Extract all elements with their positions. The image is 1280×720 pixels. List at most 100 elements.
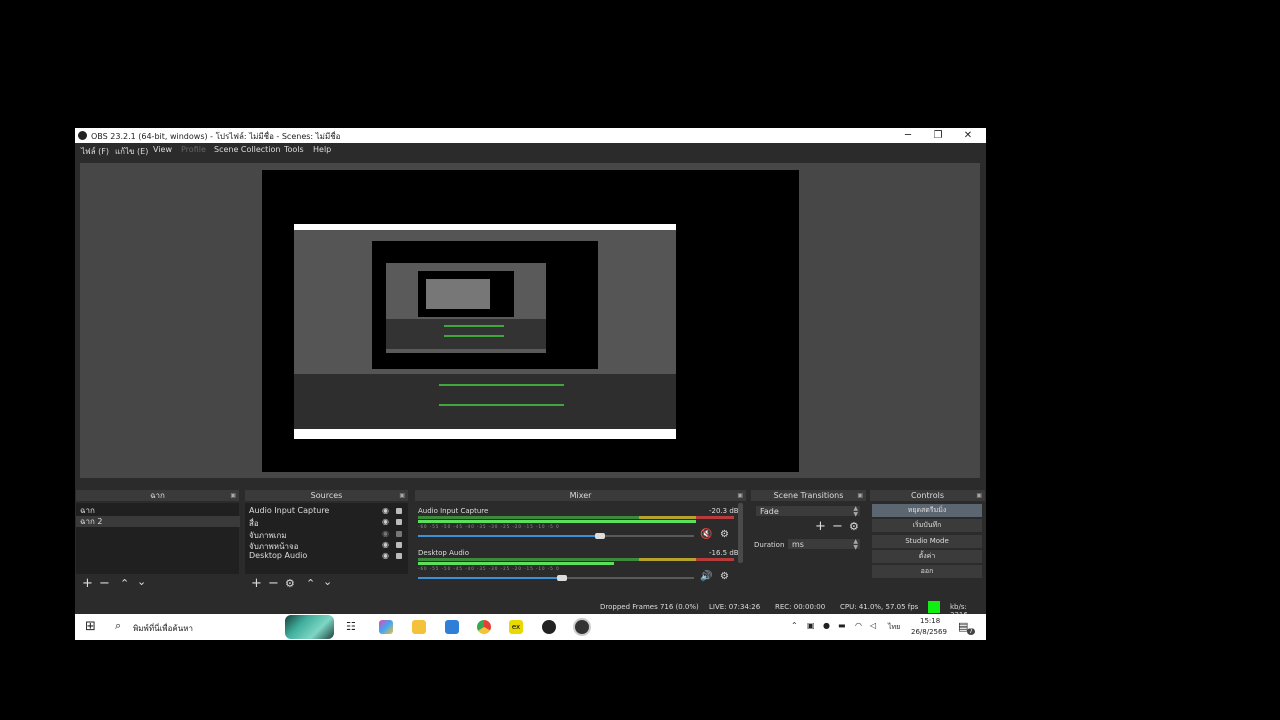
visibility-eye-icon[interactable]: ◉	[382, 506, 389, 515]
lock-icon[interactable]	[396, 542, 402, 548]
volume-slider-knob[interactable]	[595, 533, 605, 539]
mixer-scrollbar[interactable]	[738, 503, 743, 563]
preview-area[interactable]	[80, 163, 980, 478]
volume-meter-level	[418, 520, 696, 523]
widgets-image[interactable]	[285, 615, 334, 639]
close-button[interactable]: ✕	[953, 128, 983, 143]
mixer-channel-db: -20.3 dB	[709, 507, 739, 515]
settings-button[interactable]: ตั้งค่า	[872, 550, 982, 563]
taskbar-date[interactable]: 26/8/2569	[911, 628, 947, 636]
muted-speaker-icon[interactable]: 🔇	[700, 529, 712, 540]
source-properties-gear-icon[interactable]: ⚙	[285, 577, 295, 590]
scene-down-button[interactable]: ⌄	[137, 575, 146, 588]
dock-float-icon[interactable]: ▣	[976, 490, 982, 501]
visibility-eye-icon[interactable]: ◉	[382, 529, 389, 538]
windows-start-icon[interactable]: ⊞	[85, 619, 96, 634]
visibility-eye-icon[interactable]: ◉	[382, 517, 389, 526]
meter-ticks: -60 -55 -50 -45 -40 -35 -30 -25 -20 -15 …	[418, 566, 560, 571]
media-player-icon[interactable]	[575, 620, 589, 634]
visibility-eye-icon[interactable]: ◉	[382, 551, 389, 560]
source-item[interactable]: Desktop Audio	[249, 551, 307, 560]
menu-bar: ไฟล์ (F) แก้ไข (E) View Profile Scene Co…	[75, 143, 986, 157]
remove-transition-button[interactable]: −	[832, 520, 843, 533]
lock-icon[interactable]	[396, 519, 402, 525]
mixer-gear-icon[interactable]: ⚙	[720, 529, 729, 540]
menu-scene-collection[interactable]: Scene Collection	[214, 145, 281, 154]
obs-taskbar-icon[interactable]	[542, 620, 556, 634]
preview-canvas[interactable]	[262, 170, 799, 472]
mixer-channel-name: Desktop Audio	[418, 549, 469, 557]
chrome-icon[interactable]	[477, 620, 491, 634]
dock-float-icon[interactable]: ▣	[230, 490, 236, 501]
excel-icon[interactable]: ex	[509, 620, 523, 634]
source-item[interactable]: Audio Input Capture	[249, 506, 329, 515]
volume-meter	[418, 516, 734, 519]
add-transition-button[interactable]: +	[815, 520, 826, 533]
search-icon[interactable]: ⌕	[115, 619, 121, 633]
tray-device-icon[interactable]: ▣	[807, 621, 815, 630]
source-down-button[interactable]: ⌄	[323, 575, 332, 588]
copilot-icon[interactable]	[379, 620, 393, 634]
tray-camera-icon[interactable]: ▬	[838, 621, 846, 630]
dock-float-icon[interactable]: ▣	[399, 490, 405, 501]
tray-volume-icon[interactable]: ◁	[870, 621, 876, 630]
tray-mic-icon[interactable]: ●	[823, 621, 830, 630]
studio-mode-button[interactable]: Studio Mode	[872, 535, 982, 548]
nested-preview	[294, 224, 676, 439]
dock-float-icon[interactable]: ▣	[737, 490, 743, 501]
source-up-button[interactable]: ⌃	[306, 577, 315, 590]
volume-slider-knob[interactable]	[557, 575, 567, 581]
tray-wifi-icon[interactable]: ◠	[855, 621, 862, 630]
maximize-button[interactable]: ❐	[923, 128, 953, 143]
dock-float-icon[interactable]: ▣	[857, 490, 863, 501]
stream-health-indicator	[928, 601, 940, 613]
scene-item[interactable]: ฉาก	[76, 505, 240, 516]
nested-meter-a	[439, 384, 564, 386]
nested-meter-2b	[444, 335, 504, 337]
scene-up-button[interactable]: ⌃	[120, 577, 129, 590]
remove-scene-button[interactable]: −	[99, 577, 110, 590]
transitions-dock-title: Scene Transitions	[773, 491, 844, 500]
duration-input[interactable]: ms ▲ ▼	[787, 538, 861, 551]
start-recording-button[interactable]: เริ่มบันทึก	[872, 519, 982, 532]
remove-source-button[interactable]: −	[268, 577, 279, 590]
tray-language[interactable]: ไทย	[888, 622, 900, 633]
sources-dock-title: Sources	[310, 491, 343, 500]
transitions-dock-header: Scene Transitions ▣	[751, 490, 866, 501]
volume-slider-fill	[418, 535, 600, 537]
obs-logo-icon	[78, 131, 87, 140]
lock-icon[interactable]	[396, 553, 402, 559]
menu-edit[interactable]: แก้ไข (E)	[115, 145, 148, 158]
menu-profile[interactable]: Profile	[181, 145, 206, 154]
file-explorer-icon[interactable]	[412, 620, 426, 634]
scenes-dock-title: ฉาก	[150, 491, 165, 500]
scenes-list[interactable]: ฉาก ฉาก 2	[76, 503, 240, 574]
transition-gear-icon[interactable]: ⚙	[849, 520, 859, 533]
add-source-button[interactable]: +	[251, 577, 262, 590]
task-view-icon[interactable]: ☷	[346, 620, 356, 633]
add-scene-button[interactable]: +	[82, 577, 93, 590]
scene-item-selected[interactable]: ฉาก 2	[76, 516, 240, 527]
lock-icon[interactable]	[396, 508, 402, 514]
mixer-gear-icon[interactable]: ⚙	[720, 571, 729, 582]
exit-button[interactable]: ออก	[872, 565, 982, 578]
speaker-icon[interactable]: 🔊	[700, 571, 712, 582]
taskbar-search-box[interactable]: พิมพ์ที่นี่เพื่อค้นหา	[133, 622, 193, 635]
outlook-icon[interactable]	[445, 620, 459, 634]
minimize-button[interactable]: ─	[893, 128, 923, 143]
menu-tools[interactable]: Tools	[284, 145, 304, 154]
stop-streaming-button[interactable]: หยุดสตรีมมิ่ง	[872, 504, 982, 517]
tray-chevron-icon[interactable]: ⌃	[791, 621, 798, 630]
nested-meter-b	[439, 404, 564, 406]
sources-list[interactable]: Audio Input Capture สื่อ จับภาพเกม จับภา…	[245, 503, 408, 574]
lock-icon[interactable]	[396, 531, 402, 537]
menu-file[interactable]: ไฟล์ (F)	[81, 145, 109, 158]
taskbar-time[interactable]: 15:18	[920, 617, 940, 625]
visibility-eye-icon[interactable]: ◉	[382, 540, 389, 549]
controls-dock-title: Controls	[910, 491, 945, 500]
transition-select[interactable]: Fade ▲ ▼	[755, 505, 861, 518]
menu-help[interactable]: Help	[313, 145, 331, 154]
menu-view[interactable]: View	[153, 145, 172, 154]
nested-meter-2a	[444, 325, 504, 327]
duration-spinner-icon[interactable]: ▲ ▼	[853, 539, 858, 551]
